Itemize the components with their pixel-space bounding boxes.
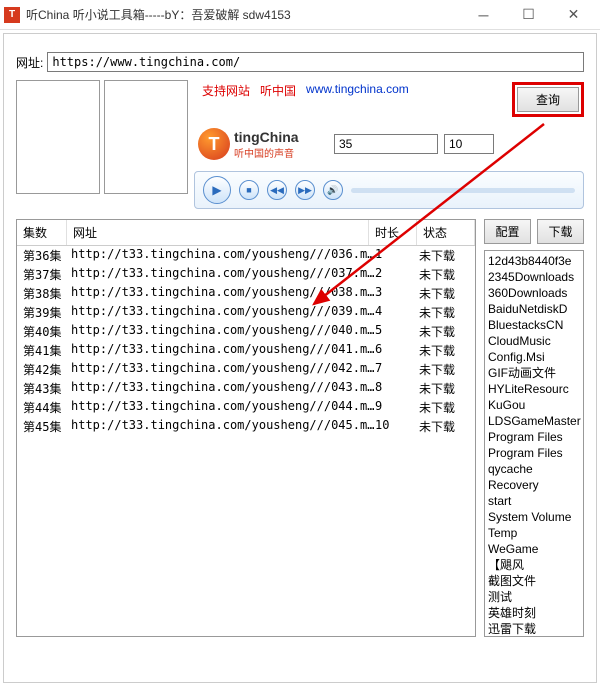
table-row[interactable]: 第39集http://t33.tingchina.com/yousheng///… [17,303,475,322]
progress-bar[interactable] [351,188,575,193]
table-row[interactable]: 第43集http://t33.tingchina.com/yousheng///… [17,379,475,398]
folder-item[interactable]: LDSGameMaster [487,413,581,429]
download-button[interactable]: 下载 [537,219,584,244]
folder-item[interactable]: 360Downloads [487,285,581,301]
folder-item[interactable]: GIF动画文件 [487,365,581,381]
folder-item[interactable]: 英雄时刻 [487,605,581,621]
site-name: 听中国 [260,82,296,99]
folder-item[interactable]: 迅雷下载 [487,621,581,637]
query-button[interactable]: 查询 [517,87,579,112]
logo-mark-icon: T [198,128,230,160]
folder-item[interactable]: 截图文件 [487,573,581,589]
maximize-button[interactable]: ☐ [506,1,551,29]
col-header-episode[interactable]: 集数 [17,220,67,245]
folder-item[interactable]: 12d43b8440f3e [487,253,581,269]
folder-item[interactable]: Program Files [487,445,581,461]
episode-list: 集数 网址 时长 状态 第36集http://t33.tingchina.com… [16,219,476,637]
table-row[interactable]: 第40集http://t33.tingchina.com/yousheng///… [17,322,475,341]
url-label: 网址: [16,54,43,71]
minimize-button[interactable]: ─ [461,1,506,29]
support-label: 支持网站 [202,82,250,99]
titlebar: T 听China 听小说工具箱-----bY：吾爱破解 sdw4153 ─ ☐ … [0,0,600,30]
table-row[interactable]: 第38集http://t33.tingchina.com/yousheng///… [17,284,475,303]
table-row[interactable]: 第44集http://t33.tingchina.com/yousheng///… [17,398,475,417]
folder-item[interactable]: HYLiteResourc [487,381,581,397]
preview-pane-1 [16,80,100,194]
folder-list[interactable]: 12d43b8440f3e2345Downloads360DownloadsBa… [484,250,584,637]
folder-item[interactable]: Config.Msi [487,349,581,365]
logo-text-en: tingChina [234,129,299,145]
table-row[interactable]: 第41集http://t33.tingchina.com/yousheng///… [17,341,475,360]
folder-item[interactable]: 2345Downloads [487,269,581,285]
folder-item[interactable]: start [487,493,581,509]
folder-item[interactable]: System Volume [487,509,581,525]
media-player: ▶ ■ ◀◀ ▶▶ 🔊 [194,171,584,209]
preview-pane-2 [104,80,188,194]
app-icon: T [4,7,20,23]
folder-item[interactable]: KuGou [487,397,581,413]
config-button[interactable]: 配置 [484,219,531,244]
input-count[interactable] [444,134,494,154]
folder-item[interactable]: CloudMusic [487,333,581,349]
col-header-url[interactable]: 网址 [67,220,369,245]
close-button[interactable]: ✕ [551,1,596,29]
folder-item[interactable]: Temp [487,525,581,541]
folder-item[interactable]: BaiduNetdiskD [487,301,581,317]
logo-text-cn: 听中国的声音 [234,145,299,160]
next-button[interactable]: ▶▶ [295,180,315,200]
volume-button[interactable]: 🔊 [323,180,343,200]
col-header-status[interactable]: 状态 [417,220,475,245]
table-row[interactable]: 第36集http://t33.tingchina.com/yousheng///… [17,246,475,265]
col-header-duration[interactable]: 时长 [369,220,417,245]
input-start[interactable] [334,134,438,154]
folder-item[interactable]: WeGame [487,541,581,557]
site-link[interactable]: www.tingchina.com [306,82,409,96]
table-row[interactable]: 第37集http://t33.tingchina.com/yousheng///… [17,265,475,284]
window-title: 听China 听小说工具箱-----bY：吾爱破解 sdw4153 [26,6,461,23]
folder-item[interactable]: BluestacksCN [487,317,581,333]
stop-button[interactable]: ■ [239,180,259,200]
folder-item[interactable]: qycache [487,461,581,477]
table-row[interactable]: 第45集http://t33.tingchina.com/yousheng///… [17,417,475,436]
table-row[interactable]: 第42集http://t33.tingchina.com/yousheng///… [17,360,475,379]
prev-button[interactable]: ◀◀ [267,180,287,200]
folder-item[interactable]: Program Files [487,429,581,445]
logo: T tingChina 听中国的声音 [198,123,328,165]
url-input[interactable] [47,52,584,72]
folder-item[interactable]: 测试 [487,589,581,605]
play-button[interactable]: ▶ [203,176,231,204]
folder-item[interactable]: 【飓风 [487,557,581,573]
folder-item[interactable]: Recovery [487,477,581,493]
